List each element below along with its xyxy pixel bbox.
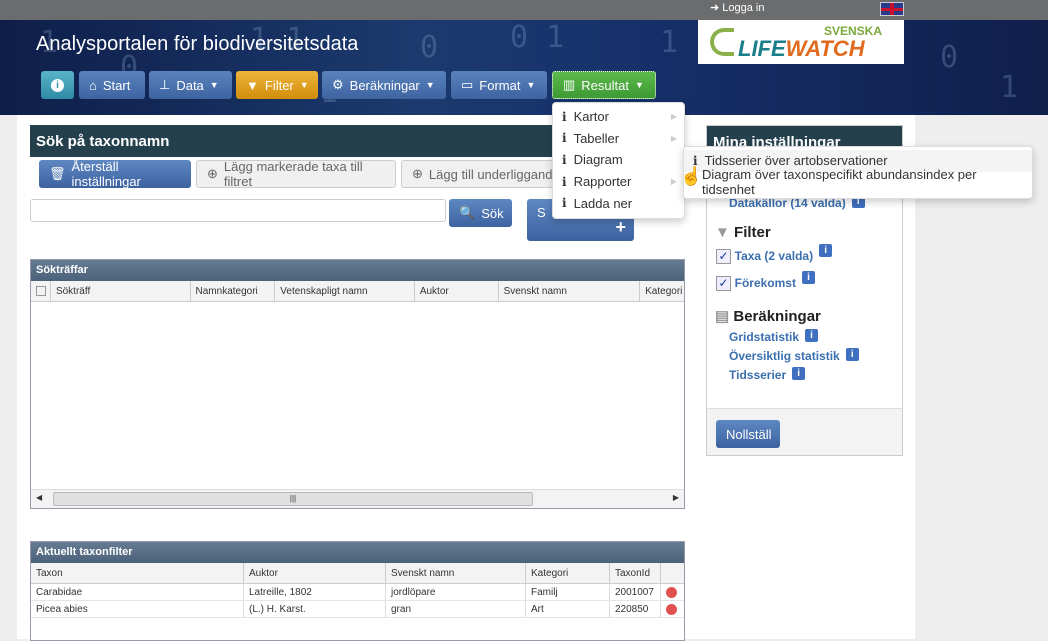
caret-down-icon: ▼ <box>635 80 644 90</box>
chevron-right-icon: ▶ <box>670 133 677 143</box>
monitor-icon: ▭ <box>461 77 474 92</box>
info-icon[interactable]: i <box>792 367 806 380</box>
timeseries-link[interactable]: Tidsserier <box>729 368 786 382</box>
scrollbar-thumb[interactable]: ||| <box>53 492 533 506</box>
menu-item-rapporter[interactable]: i Rapporter ▶ <box>553 171 684 193</box>
horizontal-scrollbar[interactable]: ◀ ||| ▶ <box>31 489 684 508</box>
filter-icon: ▼ <box>246 77 259 93</box>
reset-settings-button[interactable]: 🗑 Återställ inställningar <box>39 159 191 189</box>
info-icon[interactable]: i <box>845 348 859 361</box>
info-icon: i <box>562 152 567 167</box>
add-marked-taxa-button[interactable]: ⊕ Lägg markerade taxa till filtret <box>196 159 396 189</box>
occurrence-link[interactable]: Förekomst <box>735 276 796 290</box>
search-icon: 🔍 <box>459 205 476 220</box>
col-header[interactable]: Kategori <box>640 281 684 301</box>
plus-circle-icon: ⊕ <box>207 166 218 181</box>
resultat-dropdown-menu: i Kartor ▶ i Tabeller ▶ i Diagram i Rapporter ▶… <box>552 102 685 219</box>
lifewatch-logo[interactable]: SVENSKA LIFEWATCH <box>698 20 904 64</box>
chevron-right-icon: ▶ <box>670 112 677 122</box>
chevron-right-icon: ▶ <box>670 177 677 187</box>
col-header[interactable]: Auktor <box>244 563 386 583</box>
taxa-checkbox[interactable]: ✓ <box>716 249 731 265</box>
info-icon[interactable]: i <box>801 271 815 284</box>
nav-data[interactable]: ⊥ Data ▼ <box>149 71 232 99</box>
scroll-left-icon: ◀ <box>36 493 43 502</box>
taxa-link[interactable]: Taxa (2 valda) <box>735 249 813 263</box>
nav-filter[interactable]: ▼ Filter ▼ <box>236 71 318 99</box>
info-icon: i <box>562 174 567 189</box>
info-icon: i <box>51 78 64 92</box>
diagram-submenu: i Tidsserier över artobservationer Diagra… <box>683 146 1033 199</box>
nav-info-button[interactable]: i <box>41 71 74 99</box>
hand-cursor-icon: ☝ <box>680 166 703 186</box>
trash-icon: 🗑 <box>49 166 66 181</box>
sitemap-icon: ⊥ <box>159 77 171 92</box>
info-icon: i <box>562 131 567 146</box>
calculator-icon: ▤ <box>715 308 730 325</box>
grid-title: Aktuellt taxonfilter <box>31 542 684 563</box>
col-header[interactable]: Sökträff <box>51 281 191 301</box>
grid-title: Sökträffar <box>31 260 684 281</box>
scroll-right-icon: ▶ <box>672 493 679 502</box>
nav-berakningar[interactable]: ⚙ Beräkningar ▼ <box>322 71 446 99</box>
col-header[interactable]: Svenskt namn <box>499 281 641 301</box>
nav-start[interactable]: ⌂ Start <box>79 71 145 99</box>
bar-chart-icon: ▥ <box>563 77 576 92</box>
login-label: Logga in <box>722 2 765 14</box>
remove-icon[interactable] <box>661 601 684 617</box>
occurrence-checkbox[interactable]: ✓ <box>716 276 731 292</box>
col-header[interactable]: TaxonId <box>610 563 661 583</box>
search-results-grid: Sökträffar Sökträff Namnkategori Vetensk… <box>30 259 685 509</box>
home-icon: ⌂ <box>89 77 97 93</box>
uk-flag-icon[interactable] <box>880 2 904 16</box>
menu-item-tabeller[interactable]: i Tabeller ▶ <box>553 128 684 150</box>
col-header[interactable]: Namnkategori <box>191 281 276 301</box>
plus-icon: + <box>615 217 626 237</box>
info-icon[interactable]: i <box>819 244 833 257</box>
col-header[interactable]: Vetenskapligt namn <box>275 281 415 301</box>
plus-circle-icon: ⊕ <box>412 166 423 181</box>
caret-down-icon: ▼ <box>425 80 435 90</box>
select-all-checkbox[interactable] <box>31 281 51 301</box>
col-header[interactable]: Auktor <box>415 281 499 301</box>
remove-icon[interactable] <box>661 584 684 600</box>
table-row[interactable]: Picea abies (L.) H. Karst. gran Art 220850 <box>31 601 684 618</box>
reset-button[interactable]: Nollställ <box>716 420 780 448</box>
taxon-search-input[interactable] <box>30 199 446 222</box>
gridstatistik-link[interactable]: Gridstatistik <box>729 330 799 344</box>
info-icon: i <box>562 109 567 124</box>
menu-item-diagram[interactable]: i Diagram <box>553 149 684 171</box>
submenu-item-abundansindex[interactable]: Diagram över taxonspecifikt abundansinde… <box>684 167 1032 197</box>
add-underlying-button[interactable]: ⊕ Lägg till underliggande <box>401 160 561 188</box>
caret-down-icon: ▼ <box>526 80 536 90</box>
menu-item-ladda-ner[interactable]: i Ladda ner <box>553 192 684 214</box>
col-header[interactable]: Svenskt namn <box>386 563 526 583</box>
caret-down-icon: ▼ <box>209 80 219 90</box>
overview-statistics-link[interactable]: Översiktlig statistik <box>729 349 840 363</box>
caret-down-icon: ▼ <box>299 80 309 90</box>
login-link[interactable]: ➜ Logga in <box>710 1 765 14</box>
col-header[interactable]: Taxon <box>31 563 244 583</box>
info-icon[interactable]: i <box>805 329 819 342</box>
col-header[interactable]: Kategori <box>526 563 610 583</box>
nav-format[interactable]: ▭ Format ▼ <box>451 71 547 99</box>
table-row[interactable]: Carabidae Latreille, 1802 jordlöpare Familj… <box>31 584 684 601</box>
cogs-icon: ⚙ <box>332 77 344 92</box>
menu-item-kartor[interactable]: i Kartor ▶ <box>553 106 684 128</box>
taxon-filter-grid: Aktuellt taxonfilter Taxon Auktor Svensk… <box>30 541 685 641</box>
app-title: Analysportalen för biodiversitetsdata <box>36 33 359 55</box>
filter-icon: ▼ <box>715 224 730 241</box>
info-icon: i <box>562 196 567 211</box>
search-button[interactable]: 🔍 Sök <box>449 199 512 227</box>
nav-resultat[interactable]: ▥ Resultat ▼ <box>552 71 656 99</box>
